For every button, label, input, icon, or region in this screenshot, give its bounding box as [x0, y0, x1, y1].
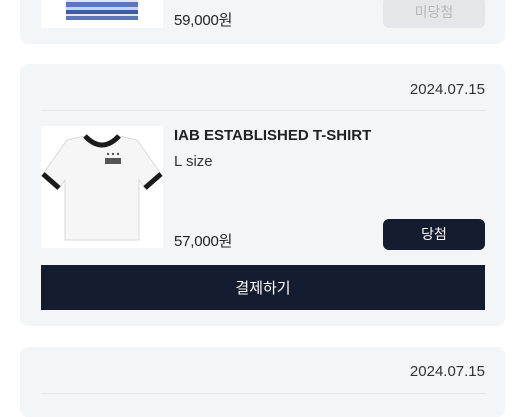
striped-shirt-image	[66, 0, 138, 20]
entry-card-1: 59,000원 미당첨	[20, 0, 505, 44]
product-option: L size	[174, 153, 213, 170]
product-thumbnail[interactable]	[41, 0, 163, 28]
entry-card-2: 2024.07.15 IAB ESTABLISHED T-SHIRT L siz…	[20, 64, 505, 326]
product-thumbnail[interactable]	[41, 126, 163, 248]
entry-date: 2024.07.15	[409, 363, 485, 380]
status-badge-not-won: 미당첨	[383, 0, 485, 28]
product-price: 57,000원	[174, 233, 233, 250]
entry-card-3: 2024.07.15	[20, 347, 505, 417]
product-price: 59,000원	[174, 12, 233, 29]
tshirt-image	[41, 134, 163, 241]
entry-date: 2024.07.15	[409, 81, 485, 98]
status-badge-won: 당첨	[383, 219, 485, 250]
divider	[41, 110, 485, 111]
pay-button[interactable]: 결제하기	[41, 265, 485, 310]
product-name: IAB ESTABLISHED T-SHIRT	[174, 127, 372, 144]
